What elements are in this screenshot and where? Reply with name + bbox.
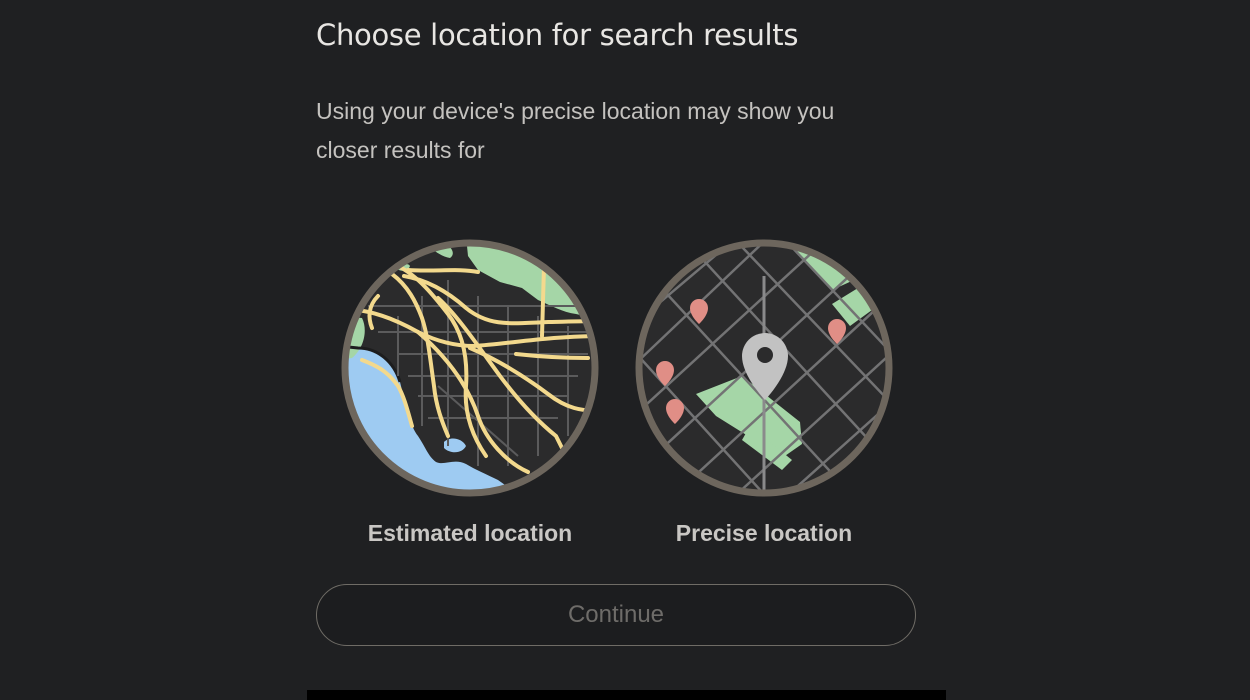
location-choice-screen: Choose location for search results Using… bbox=[0, 0, 1250, 700]
page-description: Using your device's precise location may… bbox=[316, 98, 835, 163]
estimated-location-label: Estimated location bbox=[367, 520, 573, 546]
precise-location-label: Precise location bbox=[675, 520, 853, 546]
estimated-location-map-icon bbox=[341, 239, 599, 497]
estimated-location-option[interactable]: Estimated location bbox=[320, 236, 620, 566]
bottom-bar bbox=[307, 690, 946, 700]
page-title: Choose location for search results bbox=[316, 18, 799, 52]
continue-button[interactable]: Continue bbox=[316, 584, 916, 646]
precise-location-option[interactable]: Precise location bbox=[614, 236, 914, 566]
precise-location-map-icon bbox=[635, 239, 893, 497]
